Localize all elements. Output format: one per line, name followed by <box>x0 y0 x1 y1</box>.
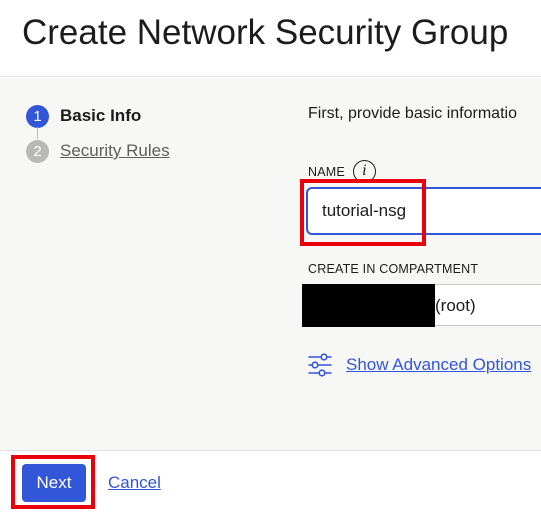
sliders-icon[interactable] <box>307 352 333 378</box>
step-label: Basic Info <box>60 106 142 125</box>
next-button[interactable]: Next <box>22 464 86 502</box>
form-intro-text: First, provide basic informatio <box>308 105 517 122</box>
cancel-link[interactable]: Cancel <box>108 473 161 493</box>
header: Create Network Security Group <box>0 0 541 77</box>
compartment-value: (root) <box>435 296 476 315</box>
show-advanced-options-link[interactable]: Show Advanced Options <box>346 355 531 375</box>
step-connector <box>37 127 38 139</box>
step-number: 2 <box>26 139 49 163</box>
info-icon[interactable]: i <box>353 160 376 183</box>
step-number: 1 <box>26 104 49 128</box>
step-security-rules[interactable]: 2 Security Rules <box>26 139 170 163</box>
redacted-block <box>302 284 435 327</box>
name-label: NAME <box>308 165 345 179</box>
compartment-label: CREATE IN COMPARTMENT <box>308 262 479 276</box>
step-label: Security Rules <box>60 141 170 160</box>
page-title: Create Network Security Group <box>22 13 509 52</box>
step-basic-info[interactable]: 1 Basic Info <box>26 104 141 128</box>
name-input[interactable] <box>307 188 541 234</box>
